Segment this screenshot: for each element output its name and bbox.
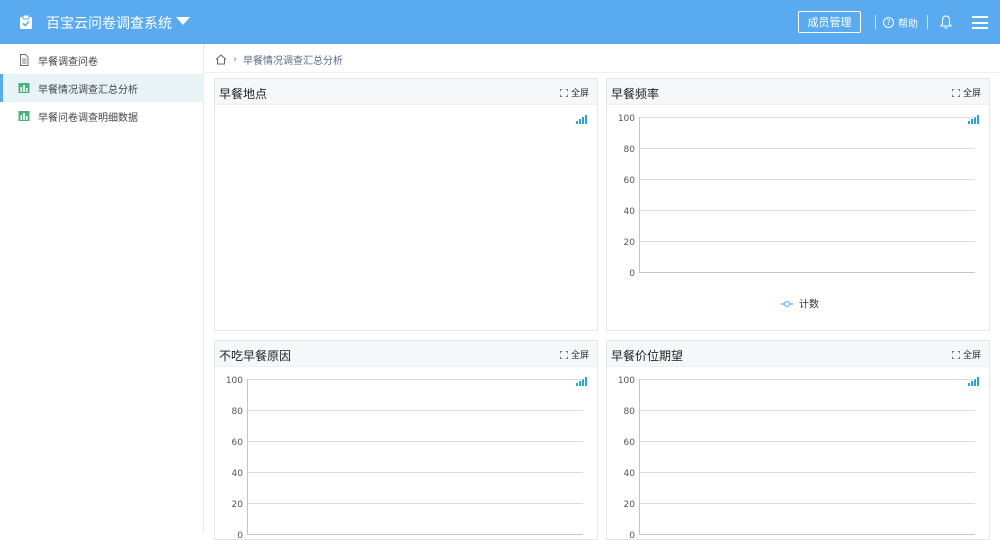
sidebar-item-label: 早餐情况调查汇总分析 xyxy=(38,84,138,96)
panel-breakfast-frequency: 早餐频率 全屏 0 20 40 60 80 100 计数 xyxy=(606,78,990,331)
breadcrumb: › 早餐情况调查汇总分析 xyxy=(215,52,343,67)
expand-icon xyxy=(951,350,960,359)
y-tick-label: 80 xyxy=(624,145,636,155)
breadcrumb-current[interactable]: 早餐情况调查汇总分析 xyxy=(243,52,343,67)
help-label: 帮助 xyxy=(898,19,918,30)
frequency-chart: 0 20 40 60 80 100 计数 xyxy=(618,114,975,311)
y-tick-label: 20 xyxy=(232,500,244,510)
skip-reason-chart: 0 20 40 60 80 100 xyxy=(226,376,583,538)
y-tick-label: 40 xyxy=(624,207,636,217)
panel-header: 早餐频率 全屏 xyxy=(607,79,989,105)
fullscreen-button[interactable]: 全屏 xyxy=(951,86,981,99)
panel-header: 早餐地点 全屏 xyxy=(215,79,597,105)
y-tick-label: 60 xyxy=(232,438,244,448)
clipboard-check-icon xyxy=(20,14,32,29)
sidebar-item-summary-analysis[interactable]: 早餐情况调查汇总分析 xyxy=(0,74,204,102)
document-icon xyxy=(20,54,29,66)
member-management-button[interactable]: 成员管理 xyxy=(798,11,861,33)
chart-icon xyxy=(18,111,30,121)
panel-title: 早餐频率 xyxy=(611,87,660,101)
y-tick-label: 80 xyxy=(624,407,636,417)
hamburger-menu-icon[interactable] xyxy=(972,16,988,29)
divider xyxy=(875,15,876,29)
y-tick-label: 80 xyxy=(232,407,244,417)
panel-header: 不吃早餐原因 全屏 xyxy=(215,341,597,367)
home-icon[interactable] xyxy=(215,54,227,65)
fullscreen-label: 全屏 xyxy=(962,351,981,361)
bell-icon[interactable] xyxy=(939,14,953,30)
y-tick-label: 40 xyxy=(232,469,244,479)
sidebar-item-label: 早餐问卷调查明细数据 xyxy=(38,112,138,124)
panel-breakfast-price-expectation: 早餐价位期望 全屏 0 20 40 60 80 100 xyxy=(606,340,990,540)
y-tick-label: 100 xyxy=(618,376,635,386)
fullscreen-button[interactable]: 全屏 xyxy=(559,86,589,99)
help-icon: ? xyxy=(883,17,894,28)
expand-icon xyxy=(559,88,568,97)
price-expectation-chart: 0 20 40 60 80 100 xyxy=(618,376,975,538)
app-title: 百宝云问卷调查系统 xyxy=(46,16,172,32)
y-tick-label: 60 xyxy=(624,176,636,186)
y-tick-label: 20 xyxy=(624,500,636,510)
panel-title: 早餐价位期望 xyxy=(611,349,684,363)
sidebar-item-survey[interactable]: 早餐调查问卷 xyxy=(0,46,204,74)
expand-icon xyxy=(951,88,960,97)
panel-skip-breakfast-reason: 不吃早餐原因 全屏 0 20 40 60 80 100 xyxy=(214,340,598,540)
y-tick-label: 100 xyxy=(226,376,243,386)
y-tick-label: 0 xyxy=(237,531,243,538)
panel-breakfast-location: 早餐地点 全屏 xyxy=(214,78,598,331)
divider xyxy=(927,15,928,29)
fullscreen-label: 全屏 xyxy=(570,351,589,361)
expand-icon xyxy=(559,350,568,359)
sidebar-item-detail-data[interactable]: 早餐问卷调查明细数据 xyxy=(0,102,204,130)
legend-item[interactable]: 计数 xyxy=(781,298,819,311)
y-tick-label: 40 xyxy=(624,469,636,479)
chevron-right-icon: › xyxy=(233,54,237,65)
bar-chart-toggle-icon[interactable] xyxy=(576,115,588,124)
y-tick-label: 60 xyxy=(624,438,636,448)
y-tick-label: 0 xyxy=(629,531,635,538)
y-tick-label: 0 xyxy=(629,269,635,279)
fullscreen-button[interactable]: 全屏 xyxy=(559,348,589,361)
sidebar-item-label: 早餐调查问卷 xyxy=(38,56,98,68)
fullscreen-label: 全屏 xyxy=(962,89,981,99)
chart-icon xyxy=(18,83,30,93)
sidebar: 早餐调查问卷 早餐情况调查汇总分析 早餐问卷调查明细数据 xyxy=(0,44,204,533)
fullscreen-label: 全屏 xyxy=(570,89,589,99)
legend-label: 计数 xyxy=(799,298,819,311)
panel-header: 早餐价位期望 全屏 xyxy=(607,341,989,367)
panel-title: 早餐地点 xyxy=(219,87,268,101)
panel-title: 不吃早餐原因 xyxy=(219,349,292,363)
divider xyxy=(205,72,1000,73)
fullscreen-button[interactable]: 全屏 xyxy=(951,348,981,361)
top-bar: 百宝云问卷调查系统 成员管理 ? 帮助 xyxy=(0,0,1000,44)
y-tick-label: 100 xyxy=(618,114,635,124)
y-tick-label: 20 xyxy=(624,238,636,248)
help-button[interactable]: ? 帮助 xyxy=(883,15,918,30)
app-switch-caret-icon[interactable] xyxy=(176,17,190,25)
